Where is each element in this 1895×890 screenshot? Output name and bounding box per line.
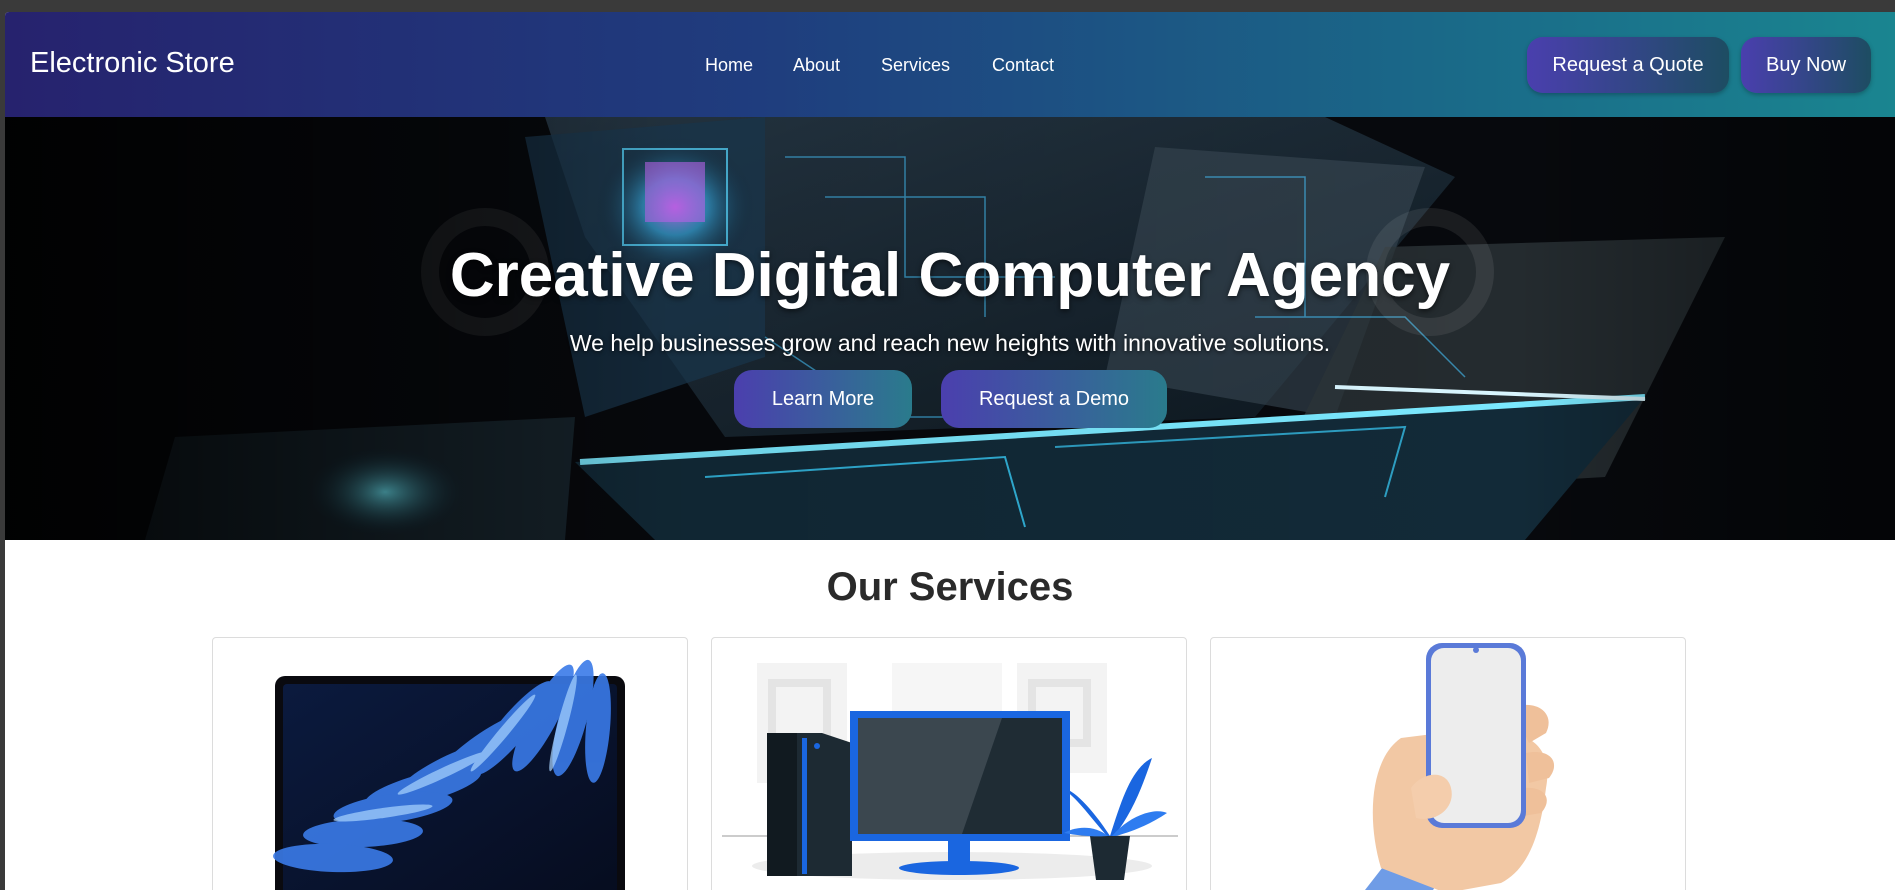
hand-holding-phone-image [1365, 643, 1555, 890]
service-card-desktop[interactable] [711, 637, 1187, 890]
service-card-phone[interactable] [1210, 637, 1686, 890]
navbar: Electronic Store Home About Services Con… [5, 12, 1895, 117]
nav-link-services[interactable]: Services [881, 55, 950, 76]
hero-title: Creative Digital Computer Agency [449, 241, 1451, 310]
hero-section: Creative Digital Computer Agency We help… [5, 117, 1895, 540]
learn-more-button[interactable]: Learn More [734, 370, 912, 428]
services-title: Our Services [826, 565, 1074, 609]
service-card-laptop[interactable] [212, 637, 688, 890]
nav-link-contact[interactable]: Contact [992, 55, 1054, 76]
nav-link-about[interactable]: About [793, 55, 840, 76]
nav-link-home[interactable]: Home [705, 55, 753, 76]
desktop-computer-illustration [722, 663, 1178, 880]
buy-now-button[interactable]: Buy Now [1741, 37, 1871, 93]
laptop-image [273, 659, 625, 890]
hero-subtitle: We help businesses grow and reach new he… [569, 330, 1331, 356]
request-quote-button[interactable]: Request a Quote [1527, 37, 1729, 93]
request-demo-button[interactable]: Request a Demo [941, 370, 1167, 428]
hero-background-image [5, 117, 1895, 540]
page: Electronic Store Home About Services Con… [5, 12, 1895, 890]
